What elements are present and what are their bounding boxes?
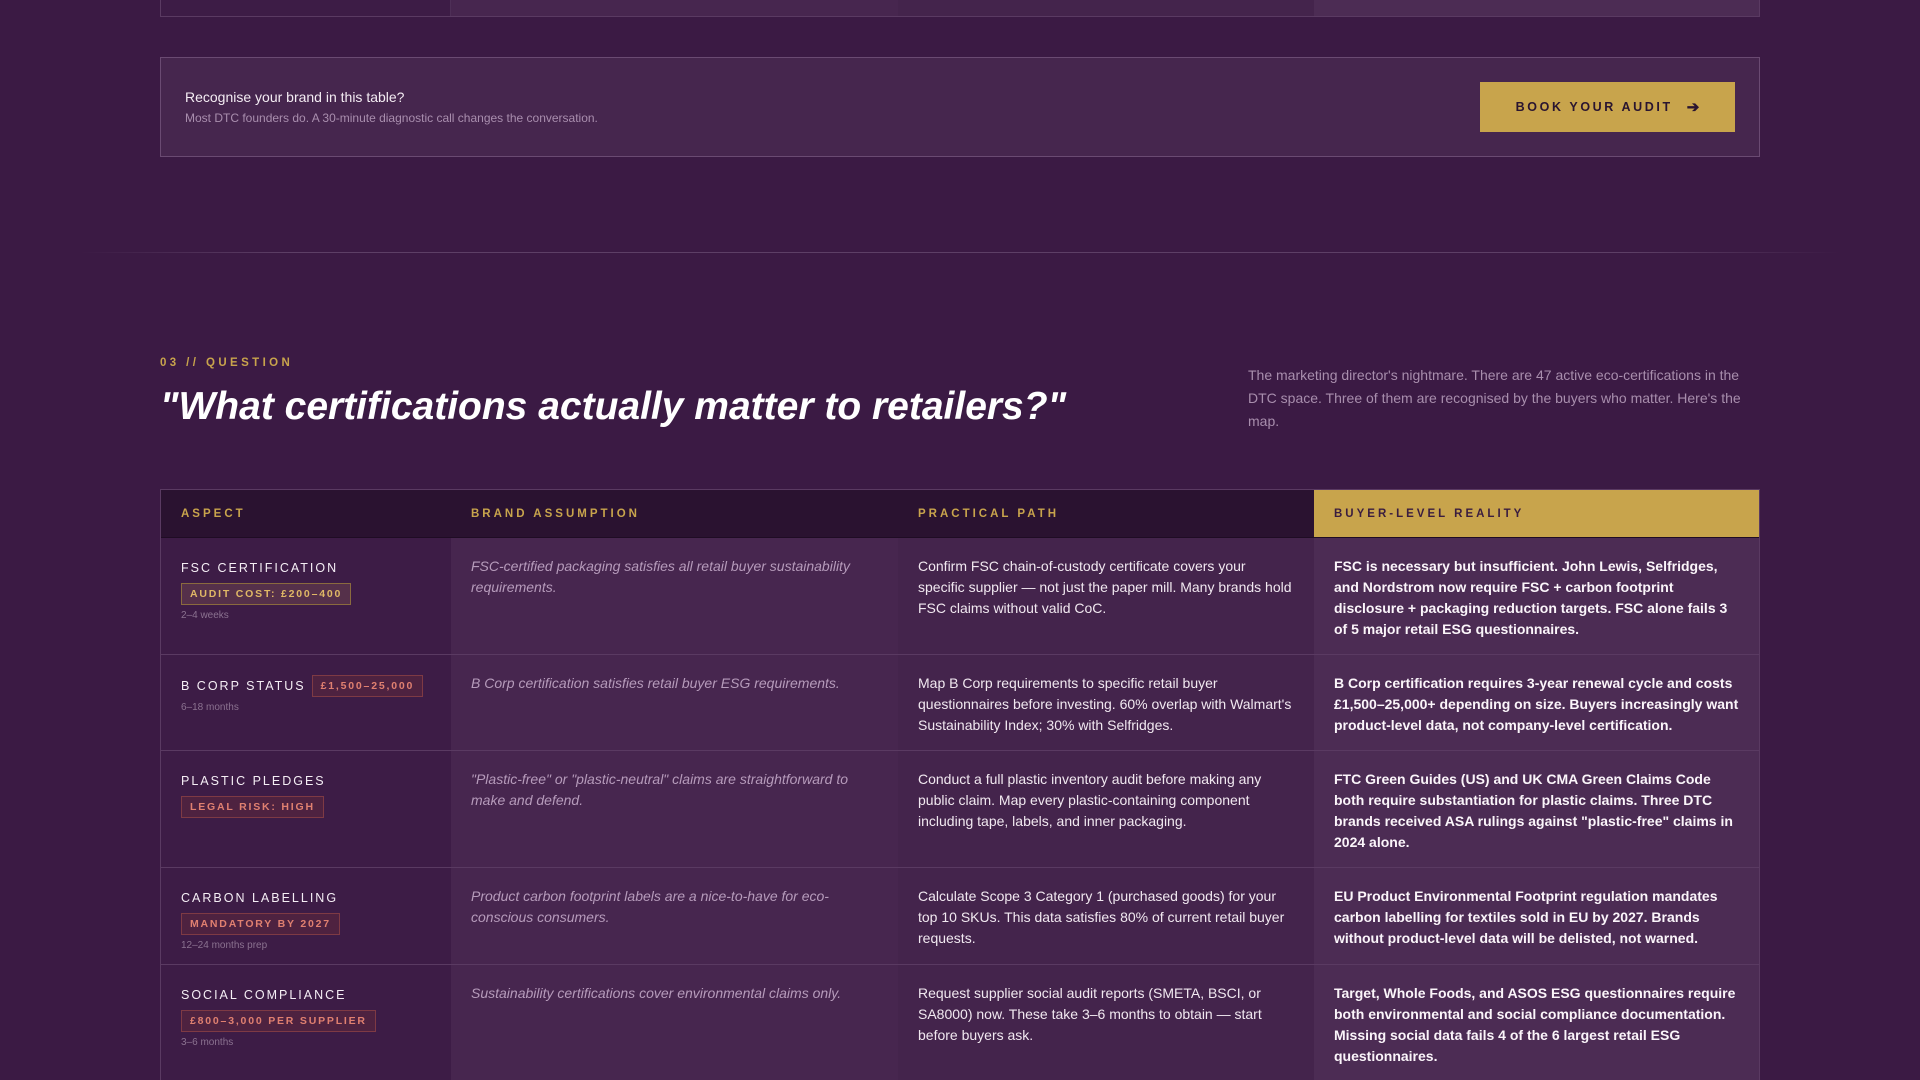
table-row: PLASTIC PLEDGES LEGAL RISK: HIGH "Plasti… (161, 751, 1759, 868)
header-practical-path: PRACTICAL PATH (898, 490, 1314, 537)
cost-badge: £800–3,000 PER SUPPLIER (181, 1010, 376, 1032)
table-row: CARBON LABELLING MANDATORY BY 2027 12–24… (161, 868, 1759, 965)
path-cell: Calculate Scope 3 Category 1 (purchased … (898, 868, 1314, 964)
header-buyer-reality: BUYER-LEVEL REALITY (1314, 490, 1759, 537)
timing-text: 3–6 months (181, 1037, 234, 1048)
cta-text: Recognise your brand in this table? Most… (185, 89, 598, 125)
path-cell: Conduct a full plastic inventory audit b… (898, 751, 1314, 867)
table-row: B CORP STATUS £1,500–25,000 6–18 months B… (161, 655, 1759, 751)
header-aspect: ASPECT (161, 490, 451, 537)
cta-title: Recognise your brand in this table? (185, 89, 405, 105)
aspect-cell: CARBON LABELLING MANDATORY BY 2027 12–24… (161, 868, 451, 964)
assumption-cell: FSC-certified packaging satisfies all re… (451, 538, 898, 654)
mandatory-badge: MANDATORY BY 2027 (181, 913, 340, 935)
assumption-cell: Product carbon footprint labels are a ni… (451, 868, 898, 964)
section-divider (80, 252, 1840, 253)
aspect-name: B CORP STATUS £1,500–25,000 (181, 675, 431, 697)
aspect-name: FSC CERTIFICATION (181, 561, 339, 575)
aspect-cell: FSC CERTIFICATION AUDIT COST: £200–400 2… (161, 538, 451, 654)
cost-badge: AUDIT COST: £200–400 (181, 583, 352, 605)
table-header: ASPECT BRAND ASSUMPTION PRACTICAL PATH B… (161, 490, 1759, 538)
arrow-right-icon: ➔ (1686, 99, 1700, 116)
timing-text: 6–18 months (181, 702, 239, 713)
cta-subtitle: Most DTC founders do. A 30-minute diagno… (185, 111, 598, 125)
risk-badge: LEGAL RISK: HIGH (181, 796, 324, 818)
book-audit-button[interactable]: BOOK YOUR AUDIT ➔ (1480, 82, 1735, 132)
reality-cell: FTC Green Guides (US) and UK CMA Green C… (1314, 751, 1759, 867)
table-row: SOCIAL COMPLIANCE £800–3,000 PER SUPPLIE… (161, 965, 1759, 1080)
cost-badge: £1,500–25,000 (311, 675, 424, 697)
header-brand-assumption: BRAND ASSUMPTION (451, 490, 898, 537)
timing-text: 2–4 weeks (181, 610, 229, 621)
reality-cell: FSC is necessary but insufficient. John … (1314, 538, 1759, 654)
section-description: The marketing director's nightmare. Ther… (1248, 367, 1741, 429)
aspect-cell: SOCIAL COMPLIANCE £800–3,000 PER SUPPLIE… (161, 965, 451, 1080)
aspect-cell: PLASTIC PLEDGES LEGAL RISK: HIGH (161, 751, 451, 867)
aspect-name: PLASTIC PLEDGES (181, 774, 326, 788)
assumption-cell: B Corp certification satisfies retail bu… (451, 655, 898, 750)
reality-cell: EU Product Environmental Footprint regul… (1314, 868, 1759, 964)
previous-table-bottom (160, 0, 1760, 17)
section-eyebrow: 03 // QUESTION (160, 357, 294, 369)
aspect-name: SOCIAL COMPLIANCE (181, 988, 347, 1002)
path-cell: Confirm FSC chain-of-custody certificate… (898, 538, 1314, 654)
aspect-cell: B CORP STATUS £1,500–25,000 6–18 months (161, 655, 451, 750)
aspect-name: CARBON LABELLING (181, 891, 339, 905)
timing-text: 12–24 months prep (181, 940, 268, 951)
audit-cta-banner: Recognise your brand in this table? Most… (160, 57, 1760, 157)
path-cell: Map B Corp requirements to specific reta… (898, 655, 1314, 750)
assumption-cell: "Plastic-free" or "plastic-neutral" clai… (451, 751, 898, 867)
book-audit-label: BOOK YOUR AUDIT (1515, 100, 1673, 114)
path-cell: Request supplier social audit reports (S… (898, 965, 1314, 1080)
page: Recognise your brand in this table? Most… (0, 0, 1920, 1080)
certifications-table: ASPECT BRAND ASSUMPTION PRACTICAL PATH B… (160, 489, 1760, 1080)
table-row: FSC CERTIFICATION AUDIT COST: £200–400 2… (161, 538, 1759, 655)
assumption-cell: Sustainability certifications cover envi… (451, 965, 898, 1080)
reality-cell: Target, Whole Foods, and ASOS ESG questi… (1314, 965, 1759, 1080)
section-question-title: "What certifications actually matter to … (160, 385, 1067, 428)
reality-cell: B Corp certification requires 3-year ren… (1314, 655, 1759, 750)
